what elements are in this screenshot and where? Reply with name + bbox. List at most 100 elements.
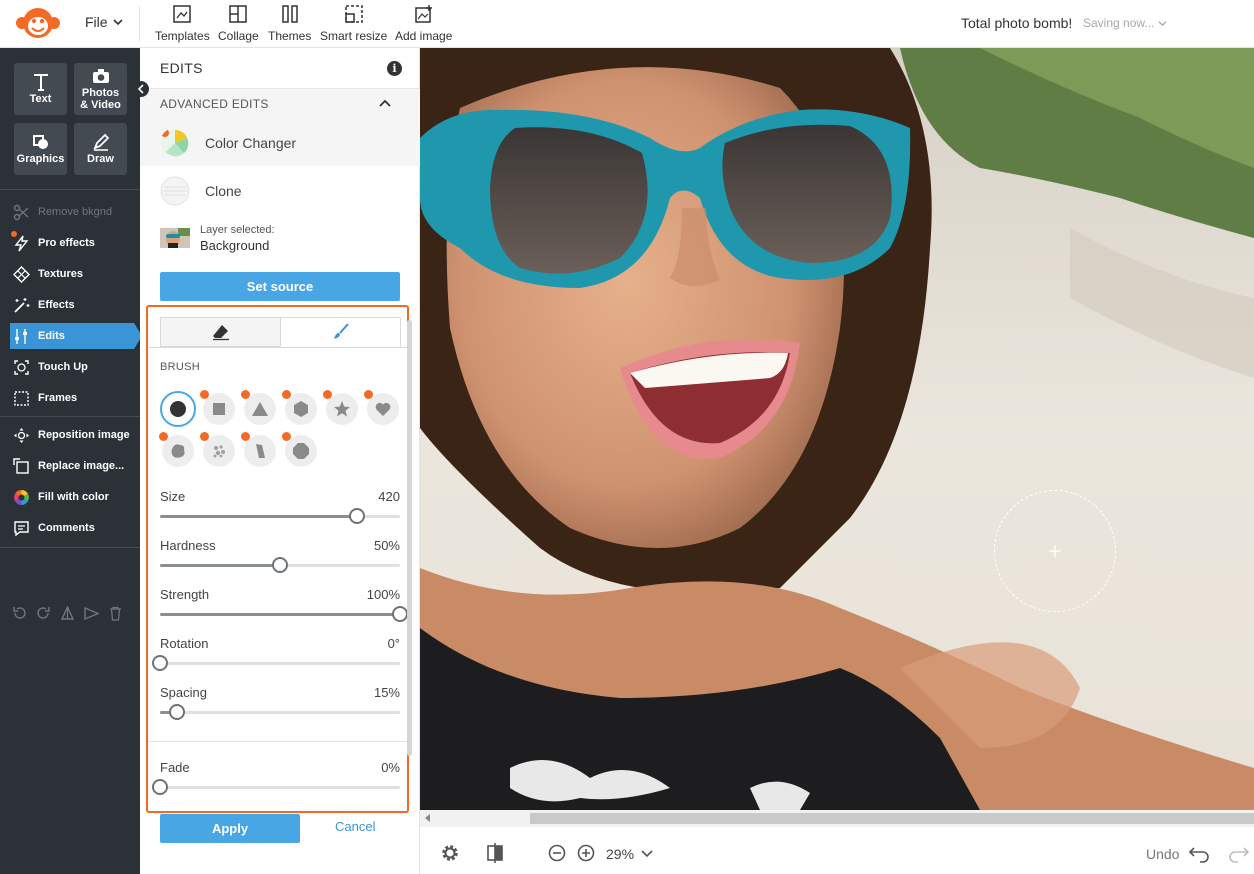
undo-icon[interactable] [12, 606, 27, 621]
picmonkey-logo[interactable] [14, 6, 62, 40]
sidebar-item-effects[interactable]: Effects [10, 292, 134, 318]
slider-track[interactable] [160, 557, 400, 573]
frame-icon [14, 390, 29, 406]
sidebar-item-remove-bkgnd[interactable]: Remove bkgnd [10, 199, 134, 225]
sidebar-item-reposition-image[interactable]: Reposition image [10, 422, 134, 448]
info-icon[interactable]: i [387, 61, 402, 76]
redo-arrow-icon[interactable] [1226, 843, 1250, 863]
brush-shape-heart[interactable] [364, 390, 399, 425]
brush-shape-star[interactable] [323, 390, 358, 425]
collapse-panel-button[interactable] [133, 81, 149, 97]
fade-slider[interactable]: Fade 0% [152, 760, 400, 800]
sidebar-item-label: Fill with color [38, 491, 109, 503]
layer-selected-caption: Layer selected: [200, 224, 275, 236]
sidebar-item-edits[interactable]: Edits [10, 323, 142, 349]
slider-track[interactable] [160, 508, 400, 524]
photos-video-tile[interactable]: Photos & Video [74, 63, 127, 115]
themes-label: Themes [268, 29, 312, 43]
apply-button[interactable]: Apply [160, 814, 300, 843]
slider-thumb[interactable] [168, 704, 185, 720]
color-changer-item[interactable]: Color Changer [140, 119, 420, 166]
slider-thumb[interactable] [272, 557, 288, 573]
toolbar-divider [139, 6, 140, 42]
brush-shape-blob[interactable] [159, 432, 194, 467]
chevron-down-icon[interactable] [640, 843, 654, 863]
save-status[interactable]: Saving now... [1083, 16, 1167, 30]
zoom-out-icon[interactable] [547, 843, 567, 863]
sidebar-item-textures[interactable]: Textures [10, 261, 134, 287]
slider-track[interactable] [160, 704, 400, 720]
brush-shape-splatter[interactable] [200, 432, 235, 467]
pro-badge-dot [200, 432, 209, 441]
fade-label: Fade [160, 760, 190, 775]
photo-image[interactable] [420, 48, 1254, 810]
size-slider[interactable]: Size 420 [160, 489, 400, 529]
sidebar-item-label: Textures [38, 268, 84, 280]
hardness-value: 50% [373, 538, 400, 553]
graphics-tile[interactable]: Graphics [14, 123, 67, 175]
slider-thumb[interactable] [348, 508, 365, 524]
canvas-horizontal-scrollbar[interactable] [420, 810, 1254, 827]
comment-icon [14, 520, 29, 536]
strength-slider[interactable]: Strength 100% [160, 587, 408, 627]
brush-shape-triangle[interactable] [241, 390, 276, 425]
slider-track[interactable] [160, 606, 408, 622]
collage-button[interactable]: Collage [218, 4, 259, 43]
smart-resize-icon [344, 5, 363, 23]
redo-icon[interactable] [36, 606, 51, 621]
size-label: Size [160, 489, 186, 504]
brush-shape-hexagon[interactable] [282, 390, 317, 425]
photo-canvas[interactable] [420, 48, 1254, 810]
templates-button[interactable]: Templates [155, 4, 210, 43]
chevron-down-icon [1158, 20, 1167, 26]
zoom-level[interactable]: 29% [606, 846, 634, 862]
scroll-left-icon[interactable] [425, 814, 430, 822]
canvas-scrollbar-thumb[interactable] [530, 813, 1254, 824]
splatter-shape-icon [213, 445, 225, 458]
smart-resize-button[interactable]: Smart resize [320, 4, 387, 43]
panel-scrollbar-thumb[interactable] [407, 320, 412, 756]
hardness-slider[interactable]: Hardness 50% [160, 538, 400, 578]
flip-horizontal-icon[interactable] [84, 606, 99, 621]
undo-arrow-icon[interactable] [1188, 843, 1212, 863]
draw-tile[interactable]: Draw [74, 123, 127, 175]
compare-icon[interactable] [485, 843, 505, 863]
slider-thumb[interactable] [152, 779, 168, 795]
slider-track[interactable] [152, 655, 400, 671]
cancel-button[interactable]: Cancel [335, 819, 375, 834]
brush-shape-square[interactable] [200, 390, 235, 425]
canvas-bottom-bar: 29% Undo [420, 827, 1254, 874]
rotation-slider[interactable]: Rotation 0° [152, 636, 400, 676]
trash-icon[interactable] [108, 606, 123, 621]
file-menu[interactable]: File [85, 14, 123, 30]
slider-thumb[interactable] [152, 655, 168, 671]
brush-shape-chisel[interactable] [241, 432, 276, 467]
text-tile[interactable]: Text [14, 63, 67, 115]
gear-icon[interactable] [440, 843, 460, 863]
sidebar-item-comments[interactable]: Comments [10, 515, 134, 541]
spacing-slider[interactable]: Spacing 15% [160, 685, 400, 725]
sidebar-item-frames[interactable]: Frames [10, 385, 134, 411]
advanced-edits-header[interactable]: ADVANCED EDITS [140, 89, 420, 119]
sidebar-item-touch-up[interactable]: Touch Up [10, 354, 134, 380]
slider-track[interactable] [152, 779, 400, 795]
sidebar-item-fill-with-color[interactable]: Fill with color [10, 484, 134, 510]
sidebar-divider [0, 189, 140, 190]
tab-brush[interactable] [280, 317, 401, 347]
set-source-button[interactable]: Set source [160, 272, 400, 301]
sidebar-item-pro-effects[interactable]: Pro effects [10, 230, 134, 256]
add-image-button[interactable]: Add image [395, 4, 452, 43]
eraser-icon [212, 325, 229, 341]
sidebar-item-replace-image[interactable]: Replace image... [10, 453, 134, 479]
clone-item[interactable]: Clone [140, 167, 420, 214]
panel-scrollbar[interactable] [407, 320, 412, 780]
document-title[interactable]: Total photo bomb! [961, 15, 1072, 31]
flip-vertical-icon[interactable] [60, 606, 75, 621]
themes-button[interactable]: Themes [268, 4, 311, 43]
tab-eraser[interactable] [160, 317, 281, 347]
brush-shape-octagon[interactable] [282, 432, 317, 467]
undo-label[interactable]: Undo [1146, 846, 1179, 862]
slider-thumb[interactable] [392, 606, 408, 622]
zoom-in-icon[interactable] [576, 843, 596, 863]
brush-shape-circle[interactable] [160, 391, 196, 427]
